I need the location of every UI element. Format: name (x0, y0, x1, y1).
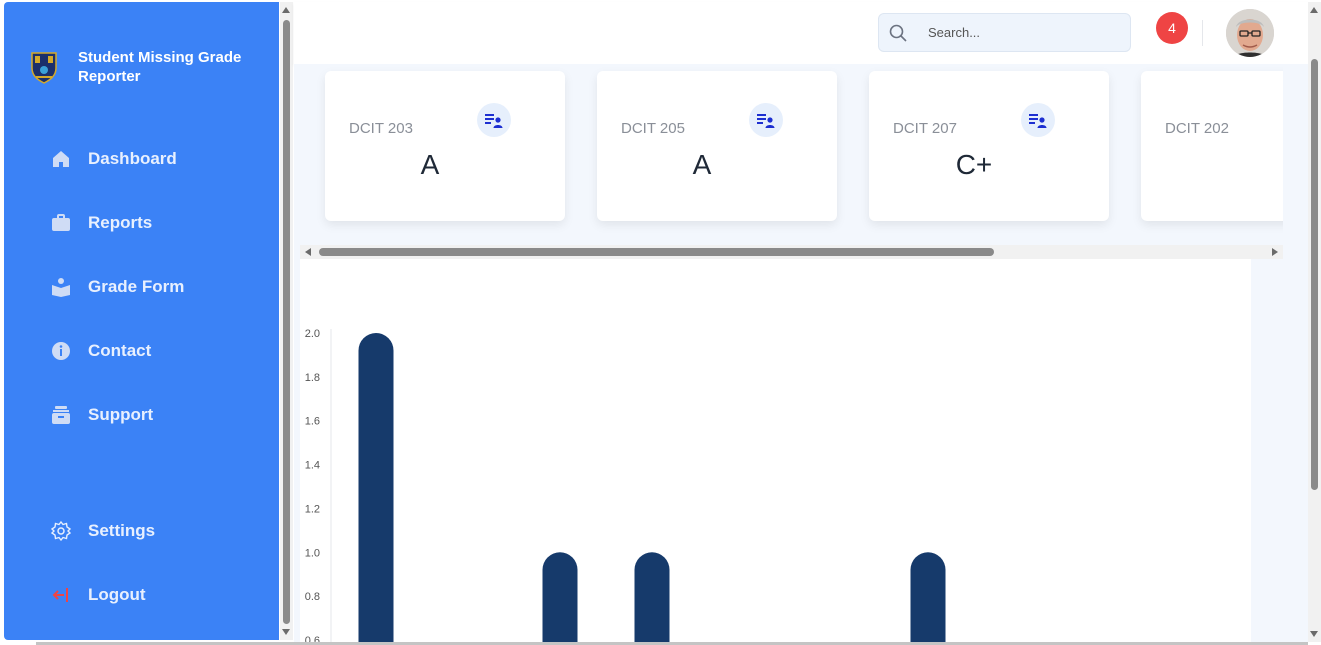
student-list-icon (749, 103, 783, 137)
course-code: DCIT 205 (621, 120, 685, 137)
chart-bar[interactable] (542, 552, 578, 645)
grades-bar-chart: 2.01.81.61.41.21.00.80.6 (305, 328, 946, 645)
course-code: DCIT 207 (893, 120, 957, 137)
avatar[interactable] (1226, 9, 1274, 57)
scroll-down-arrow-icon[interactable] (1310, 631, 1318, 637)
sidebar-item-grade-form[interactable]: Grade Form (50, 276, 184, 298)
sidebar-item-label: Support (88, 405, 154, 424)
student-list-icon (477, 103, 511, 137)
logout-icon (50, 584, 72, 606)
app-root: Student Missing Grade Reporter Dashboard… (0, 0, 1321, 645)
grade-card[interactable]: DCIT 202 B (1141, 71, 1283, 221)
search-input[interactable] (928, 25, 1108, 40)
sidebar-item-contact[interactable]: Contact (50, 340, 151, 362)
sidebar-scrollbar[interactable] (280, 2, 293, 640)
scroll-up-arrow-icon[interactable] (1310, 7, 1318, 13)
sidebar-item-label: Contact (88, 341, 152, 360)
sidebar-item-reports[interactable]: Reports (50, 212, 152, 234)
scroll-left-arrow-icon[interactable] (305, 248, 311, 256)
grades-chart-panel: 2.0 1.8 1.6 1.4 1.2 1.0 0.8 0.6 (300, 259, 1251, 645)
scrollbar-thumb[interactable] (283, 20, 290, 624)
grade-card[interactable]: DCIT 207 C+ (869, 71, 1109, 221)
course-grade: B (1211, 149, 1283, 181)
sidebar-item-label: Grade Form (88, 277, 185, 296)
sidebar: Student Missing Grade Reporter Dashboard… (4, 2, 279, 640)
sidebar-item-label: Logout (88, 585, 146, 604)
y-tick-label: 2.0 (305, 328, 320, 340)
search-box[interactable] (878, 13, 1131, 52)
course-code: DCIT 203 (349, 120, 413, 137)
y-tick-label: 0.8 (305, 591, 320, 603)
sidebar-item-settings[interactable]: Settings (50, 520, 155, 542)
grade-cards-strip[interactable]: DCIT 203 A DCIT 205 A DCIT 207 C+ DCIT 2… (300, 64, 1283, 246)
sidebar-item-label: Dashboard (88, 149, 177, 168)
y-tick-label: 1.6 (305, 416, 320, 428)
chart-bar[interactable] (358, 333, 394, 645)
sidebar-item-dashboard[interactable]: Dashboard (50, 148, 177, 170)
briefcase-icon (50, 212, 72, 234)
user-avatar-image (1226, 9, 1274, 57)
notification-badge[interactable]: 4 (1156, 12, 1188, 44)
course-code: DCIT 202 (1165, 120, 1229, 137)
chart-bar[interactable] (910, 552, 946, 645)
y-tick-label: 1.4 (305, 460, 320, 472)
scroll-down-arrow-icon[interactable] (282, 629, 290, 635)
grade-card[interactable]: DCIT 205 A (597, 71, 837, 221)
cards-horizontal-scrollbar[interactable] (300, 245, 1283, 259)
brand: Student Missing Grade Reporter (30, 48, 258, 86)
course-grade: C+ (955, 149, 993, 180)
inbox-icon (50, 404, 72, 426)
course-grade: A (692, 149, 712, 180)
main-content: DCIT 203 A DCIT 205 A DCIT 207 C+ DCIT 2… (294, 64, 1308, 645)
reader-icon (50, 276, 72, 298)
info-icon (50, 340, 72, 362)
university-crest-logo (31, 52, 57, 84)
top-header: 4 (294, 2, 1308, 64)
scroll-up-arrow-icon[interactable] (282, 7, 290, 13)
grade-card[interactable]: DCIT 203 A (325, 71, 565, 221)
gear-icon (50, 520, 72, 542)
course-grade: A (420, 149, 440, 180)
scroll-right-arrow-icon[interactable] (1272, 248, 1278, 256)
app-title: Student Missing Grade Reporter (78, 49, 242, 85)
sidebar-item-label: Settings (88, 521, 156, 540)
y-tick-label: 1.8 (305, 372, 320, 384)
student-list-icon (1021, 103, 1055, 137)
chart-bar[interactable] (634, 552, 670, 645)
scrollbar-thumb[interactable] (1311, 59, 1318, 490)
y-tick-label: 1.2 (305, 503, 320, 515)
sidebar-item-label: Reports (88, 213, 153, 232)
home-icon (50, 148, 72, 170)
sidebar-item-logout[interactable]: Logout (50, 584, 146, 606)
page-scrollbar[interactable] (1308, 2, 1321, 642)
header-divider (1202, 20, 1203, 46)
search-icon (889, 24, 907, 42)
y-tick-label: 1.0 (305, 547, 320, 559)
scrollbar-thumb[interactable] (319, 248, 994, 256)
sidebar-item-support[interactable]: Support (50, 404, 153, 426)
